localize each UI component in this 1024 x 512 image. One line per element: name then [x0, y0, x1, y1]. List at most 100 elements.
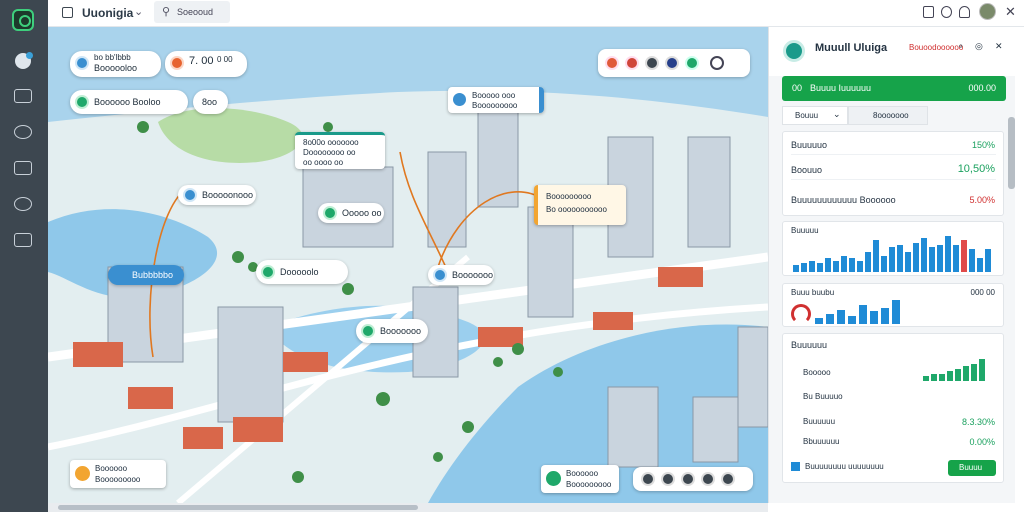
locate-icon[interactable] — [681, 472, 695, 486]
list-item-value: 0.00% — [969, 437, 995, 447]
tab-select[interactable]: Bouuu ⌄ — [782, 106, 848, 125]
chart-bar — [892, 300, 900, 324]
chart-bar — [963, 366, 969, 381]
chart-bar — [945, 236, 951, 272]
chart-bar — [857, 261, 863, 272]
chevron-down-icon: ⌄ — [833, 109, 841, 119]
panel-user-icon[interactable]: ⚬ — [957, 41, 965, 52]
marker-label: Booooooo — [452, 270, 494, 280]
chart-bar — [833, 261, 839, 272]
footer-icon — [791, 462, 800, 471]
stat-label: Buuuuuo — [791, 140, 828, 150]
close-icon[interactable]: ✕ — [1005, 4, 1016, 20]
bell-icon[interactable] — [959, 6, 970, 18]
chart-bar — [859, 305, 867, 324]
callout-3[interactable]: Booooooooo Bo ooooooooooo — [534, 185, 626, 225]
scrollbar-thumb[interactable] — [58, 505, 418, 510]
chart-bar — [923, 376, 929, 381]
tab-label: Bouuu — [795, 111, 819, 120]
clock-nav-icon[interactable] — [14, 197, 32, 211]
chart2-value: 000 00 — [970, 288, 995, 297]
filter-button[interactable]: 8oo — [193, 90, 228, 114]
bottom-left-chip[interactable]: Boooooo Booooooooo — [70, 460, 166, 488]
chip-line1: bo bb'lbbb — [94, 53, 131, 62]
filter-label: Boooooo Booloo — [94, 97, 161, 107]
marker-label: Bubbbbbo — [132, 270, 174, 280]
map-marker[interactable]: Booooooo — [356, 319, 428, 343]
settings-map-icon[interactable] — [721, 472, 735, 486]
callout-2-line1: Booooo ooo — [472, 91, 516, 100]
zoom-in-icon[interactable] — [661, 472, 675, 486]
map-marker[interactable]: Dooooolo — [256, 260, 348, 284]
tab-secondary[interactable]: 8ooooooo — [848, 106, 928, 125]
pin-red-icon[interactable] — [625, 56, 639, 70]
top-bar: Uuonigia ⌄ ⚲ Soeooud ✕ — [48, 0, 1024, 27]
callout-1-line3: oo oooo oo — [303, 158, 344, 167]
chart-bar — [937, 245, 943, 272]
bottom-chip-line2: Booooooooo — [566, 480, 612, 489]
time-value: 7. 00 — [189, 55, 214, 67]
chart-bar — [921, 238, 927, 272]
map-marker[interactable]: Ooooo oo — [318, 203, 384, 223]
panel-scrollbar[interactable] — [1008, 117, 1015, 189]
settings-icon[interactable] — [941, 6, 952, 18]
location-chip[interactable]: bo bb'lbbb Boooooloo — [70, 51, 161, 77]
compass-icon[interactable] — [710, 56, 724, 70]
chart-bar — [848, 316, 856, 324]
chart-bar — [870, 311, 878, 324]
chat-nav-icon[interactable] — [14, 125, 32, 139]
menu-icon[interactable] — [62, 7, 73, 18]
panel-close-icon[interactable]: ✕ — [995, 41, 1003, 52]
summary-card: Buuuuuu Booooo Bu Buuuuo Buuuuuu 8.3.30%… — [782, 333, 1004, 483]
search-input[interactable]: Soeooud — [177, 7, 213, 17]
footer-label: Buuuuuuuu uuuuuuuu — [805, 462, 884, 471]
marker-label: Booooonooo — [202, 190, 254, 200]
bottom-chip[interactable]: Boooooo Booooooooo — [541, 465, 619, 493]
grid-nav-icon[interactable] — [14, 161, 32, 175]
search-box[interactable]: ⚲ Soeooud — [154, 1, 230, 23]
app-title: Uuonigia — [82, 6, 134, 20]
chart-bar — [793, 265, 799, 272]
clock-icon — [170, 56, 184, 70]
map-view[interactable]: bo bb'lbbb Boooooloo 7. 00 0 00 Boooooo … — [48, 27, 768, 503]
map-marker[interactable]: Bubbbbbo — [108, 265, 184, 285]
chart1-title: Buuuuu — [791, 226, 819, 235]
profile-nav-icon[interactable] — [15, 52, 33, 69]
app-logo-icon[interactable] — [12, 9, 34, 31]
green-btn-label: Buuuu Iuuuuuu — [810, 83, 872, 93]
primary-action-button[interactable]: 00 Buuuu Iuuuuuu 000.00 — [782, 76, 1006, 101]
time-chip[interactable]: 7. 00 0 00 — [165, 51, 247, 77]
list-item-value: 8.3.30% — [961, 417, 995, 427]
filter-chip[interactable]: Boooooo Booloo — [70, 90, 188, 114]
chevron-down-icon[interactable]: ⌄ — [134, 5, 143, 18]
building-icon — [453, 93, 466, 106]
chart-bar — [961, 240, 967, 272]
bl-chip-line2: Booooooooo — [95, 475, 141, 484]
chart-bar — [913, 243, 919, 272]
panel-info-icon[interactable]: ◎ — [975, 41, 983, 52]
marker-label: Dooooolo — [280, 267, 319, 277]
zoom-out-icon[interactable] — [641, 472, 655, 486]
fullscreen-icon[interactable] — [701, 472, 715, 486]
time-sub: 0 00 — [217, 55, 233, 64]
layers-icon[interactable] — [605, 56, 619, 70]
avatar[interactable] — [979, 3, 996, 20]
search-icon: ⚲ — [162, 6, 171, 18]
map-marker[interactable]: Booooooo — [428, 265, 494, 285]
map-marker[interactable]: Booooonooo — [178, 185, 256, 205]
image-nav-icon[interactable] — [14, 233, 32, 247]
user-icon[interactable] — [665, 56, 679, 70]
share-icon[interactable] — [685, 56, 699, 70]
map-scrollbar[interactable] — [48, 503, 768, 512]
footer-button[interactable]: Buuuu — [948, 460, 996, 476]
camera-icon[interactable] — [645, 56, 659, 70]
chart3-title: Buuuuuu — [791, 340, 828, 350]
tablet-icon[interactable] — [923, 6, 934, 18]
panel-subtitle: Bouoodoooooo — [909, 43, 964, 52]
callout-2[interactable]: Booooo ooo Booooooooo — [448, 87, 544, 113]
chart-bar — [881, 308, 889, 324]
chip-line2: Boooooloo — [94, 63, 138, 73]
callout-1[interactable]: 8o00o ooooooo Doooooooo oo oo oooo oo — [295, 132, 385, 169]
layers-nav-icon[interactable] — [14, 89, 32, 103]
chart-bar — [837, 310, 845, 324]
